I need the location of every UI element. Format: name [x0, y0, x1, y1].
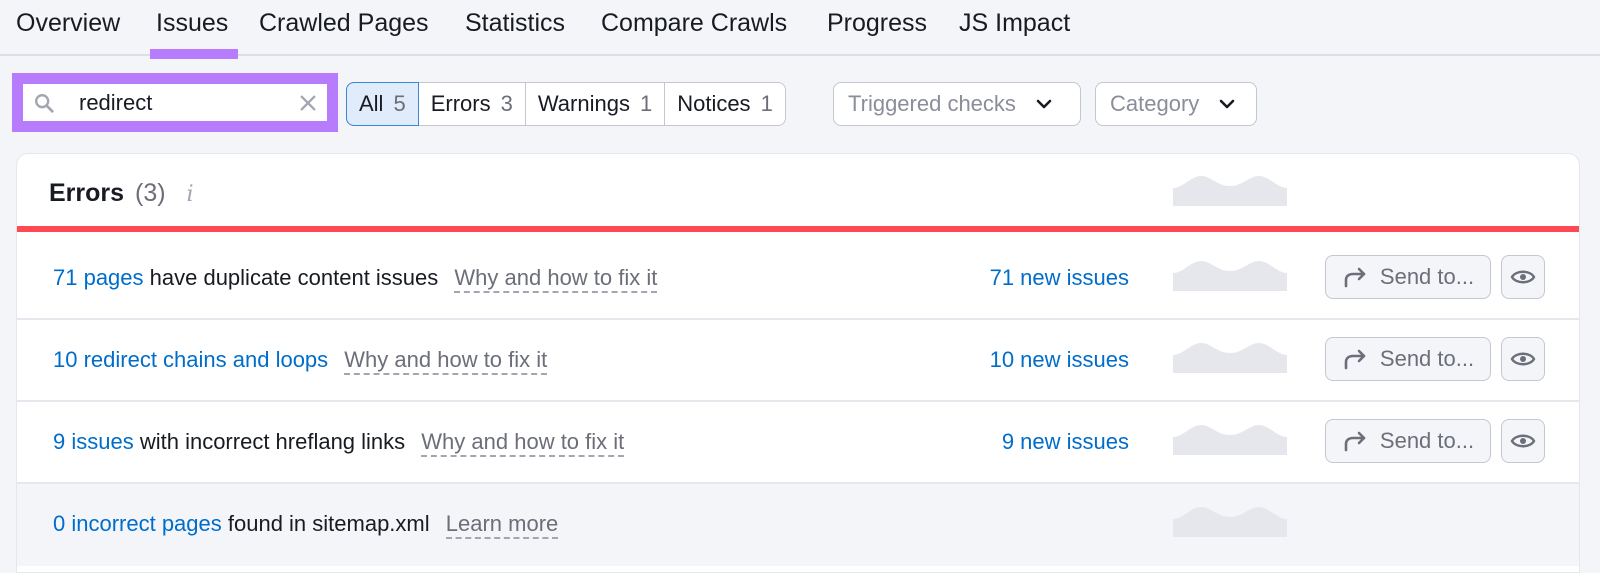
tab-crawled-pages[interactable]: Crawled Pages [259, 6, 429, 40]
share-arrow-icon [1344, 349, 1366, 370]
tab-compare-crawls[interactable]: Compare Crawls [601, 6, 787, 40]
send-to-button[interactable]: Send to... [1325, 337, 1491, 381]
issue-description: 71 pages have duplicate content issues W… [53, 265, 658, 293]
new-issues-link[interactable]: 71 new issues [990, 265, 1129, 291]
triggered-checks-dropdown[interactable]: Triggered checks [833, 82, 1081, 126]
filter-label: Notices [677, 91, 751, 116]
filter-errors[interactable]: Errors 3 [419, 83, 526, 125]
filter-count: 5 [393, 91, 406, 116]
severity-filter: All 5 Errors 3 Warnings 1 Notices 1 [346, 82, 786, 126]
issue-description: 0 incorrect pages found in sitemap.xml L… [53, 511, 559, 539]
send-to-button[interactable]: Send to... [1325, 419, 1491, 463]
section-title: Errors (3) i [49, 179, 194, 208]
help-link[interactable]: Why and how to fix it [421, 429, 625, 457]
issue-link[interactable]: 0 incorrect pages [53, 511, 222, 536]
send-to-label: Send to... [1379, 346, 1475, 371]
trend-sparkline [1173, 176, 1287, 206]
eye-icon [1510, 270, 1536, 284]
help-link[interactable]: Why and how to fix it [344, 347, 548, 375]
tab-overview[interactable]: Overview [16, 6, 120, 40]
issue-link[interactable]: 9 issues [53, 429, 134, 454]
search-input[interactable] [79, 84, 299, 121]
trend-sparkline [1173, 507, 1287, 537]
trend-sparkline [1173, 425, 1287, 455]
section-title-text: Errors [49, 179, 125, 207]
issue-link[interactable]: 71 pages [53, 265, 144, 290]
trend-sparkline [1173, 343, 1287, 373]
tab-bar: Overview Issues Crawled Pages Statistics… [0, 0, 1600, 59]
issue-text: found in sitemap.xml [221, 511, 430, 536]
filter-count: 1 [639, 91, 653, 116]
share-arrow-icon [1344, 267, 1366, 288]
learn-more-link[interactable]: Learn more [445, 511, 559, 539]
filter-all[interactable]: All 5 [346, 82, 419, 126]
errors-section-header: Errors (3) i [17, 154, 1579, 232]
tab-js-impact[interactable]: JS Impact [959, 6, 1070, 40]
issue-description: 10 redirect chains and loops Why and how… [53, 347, 548, 375]
section-count: (3) [135, 179, 166, 207]
issue-row: 9 issues with incorrect hreflang links W… [17, 402, 1579, 484]
eye-icon [1510, 352, 1536, 366]
filter-warnings[interactable]: Warnings 1 [526, 83, 666, 125]
hide-issue-button[interactable] [1501, 337, 1545, 381]
info-icon[interactable]: i [187, 182, 194, 207]
trend-sparkline [1173, 261, 1287, 291]
new-issues-link[interactable]: 9 new issues [1002, 429, 1129, 455]
search-icon [35, 94, 54, 113]
send-to-button[interactable]: Send to... [1325, 255, 1491, 299]
issue-text: with incorrect hreflang links [133, 429, 406, 454]
eye-icon [1510, 434, 1536, 448]
issue-row: 0 incorrect pages found in sitemap.xml L… [17, 484, 1579, 566]
filter-count: 1 [760, 91, 773, 116]
chevron-down-icon [1036, 99, 1052, 109]
filter-label: All [359, 91, 384, 116]
search-highlight [12, 73, 338, 132]
help-link[interactable]: Why and how to fix it [454, 265, 658, 293]
new-issues-link[interactable]: 10 new issues [990, 347, 1129, 373]
share-arrow-icon [1344, 431, 1366, 452]
close-icon[interactable] [299, 94, 317, 112]
dropdown-label: Category [1110, 91, 1200, 116]
hide-issue-button[interactable] [1501, 419, 1545, 463]
issue-row: 10 redirect chains and loops Why and how… [17, 320, 1579, 402]
issue-description: 9 issues with incorrect hreflang links W… [53, 429, 625, 457]
tab-issues[interactable]: Issues [149, 6, 239, 59]
issues-card: Errors (3) i 71 pages have duplicate con… [16, 153, 1580, 573]
issue-text: have duplicate content issues [143, 265, 439, 290]
category-dropdown[interactable]: Category [1095, 82, 1257, 126]
filter-notices[interactable]: Notices 1 [665, 83, 785, 125]
search-box [23, 84, 327, 121]
send-to-label: Send to... [1379, 428, 1475, 453]
chevron-down-icon [1219, 99, 1235, 109]
hide-issue-button[interactable] [1501, 255, 1545, 299]
filter-label: Errors [430, 91, 491, 116]
issue-link[interactable]: 10 redirect chains and loops [53, 347, 328, 372]
issue-row: 71 pages have duplicate content issues W… [17, 238, 1579, 320]
tab-statistics[interactable]: Statistics [465, 6, 565, 40]
filter-count: 3 [500, 91, 513, 116]
dropdown-label: Triggered checks [848, 91, 1016, 116]
tab-progress[interactable]: Progress [827, 6, 927, 40]
send-to-label: Send to... [1379, 264, 1475, 289]
filter-label: Warnings [537, 91, 630, 116]
